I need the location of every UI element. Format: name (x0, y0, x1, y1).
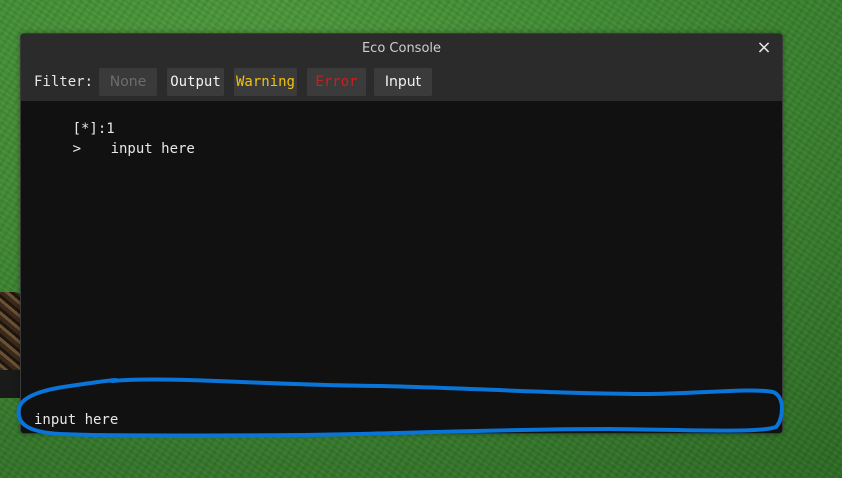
eco-console-window: Eco Console × Filter: None Output Warnin… (20, 33, 783, 434)
filter-label: Filter: (34, 74, 94, 90)
window-title: Eco Console (361, 41, 442, 56)
title-bar[interactable]: Eco Console × (21, 34, 782, 64)
console-output[interactable]: [*]:1 > input here (21, 101, 782, 391)
log-line-text: input here (110, 141, 195, 157)
console-input-value[interactable]: input here (34, 411, 118, 429)
game-object-shadow (0, 370, 20, 398)
filter-output-button[interactable]: Output (167, 68, 224, 96)
filter-error-button[interactable]: Error (307, 68, 366, 96)
filter-warning-button[interactable]: Warning (234, 68, 297, 96)
filter-none-button[interactable]: None (99, 68, 157, 96)
close-icon[interactable]: × (754, 38, 774, 58)
prompt-marker: > (72, 141, 82, 157)
log-line: > input here (22, 122, 195, 176)
console-input-field[interactable]: input here (21, 391, 782, 433)
filter-input-button[interactable]: Input (374, 68, 432, 96)
filter-bar: Filter: None Output Warning Error Input (21, 63, 782, 101)
